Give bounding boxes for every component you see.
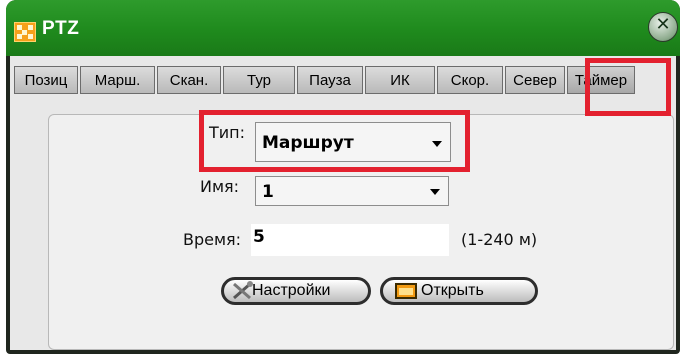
tab-north[interactable]: Север — [505, 66, 565, 94]
tab-position[interactable]: Позиц — [14, 66, 78, 94]
time-range-hint: (1-240 м) — [461, 230, 538, 249]
open-button[interactable]: Открыть — [380, 277, 538, 305]
tab-label: Север — [513, 71, 557, 89]
tab-label: ИК — [390, 71, 410, 89]
close-icon: ✕ — [655, 14, 671, 35]
window-body: Позиц Марш. Скан. Тур Пауза ИК Скор. Сев… — [10, 56, 676, 350]
tab-bar: Позиц Марш. Скан. Тур Пауза ИК Скор. Сев… — [14, 66, 664, 96]
tab-label: Скор. — [450, 71, 490, 89]
time-input[interactable]: 5 — [251, 224, 449, 256]
settings-button-label: Настройки — [252, 282, 331, 299]
name-select-value: 1 — [262, 182, 274, 202]
window-icon — [395, 283, 417, 299]
tab-ir[interactable]: ИК — [365, 66, 435, 94]
name-label: Имя: — [200, 177, 240, 196]
tab-speed[interactable]: Скор. — [437, 66, 503, 94]
tab-label: Марш. — [94, 71, 141, 89]
tab-tour[interactable]: Тур — [223, 66, 295, 94]
settings-button[interactable]: Настройки — [221, 277, 371, 305]
timer-tab-highlight-box — [585, 58, 671, 116]
name-select[interactable]: 1 — [255, 176, 449, 206]
tab-label: Позиц — [24, 71, 68, 89]
tab-route[interactable]: Марш. — [80, 66, 155, 94]
type-highlight-box — [199, 110, 470, 172]
open-button-label: Открыть — [421, 282, 484, 299]
window-title: PTZ — [42, 18, 80, 39]
tab-pause[interactable]: Пауза — [297, 66, 363, 94]
close-button[interactable]: ✕ — [648, 12, 678, 42]
time-label: Время: — [183, 230, 242, 249]
tab-label: Тур — [247, 71, 271, 89]
chevron-down-icon — [430, 189, 440, 195]
ptz-app-icon — [14, 22, 36, 42]
title-bar: PTZ ✕ — [6, 0, 680, 56]
tab-label: Пауза — [309, 71, 351, 89]
tab-scan[interactable]: Скан. — [157, 66, 221, 94]
time-input-value: 5 — [253, 227, 265, 247]
ptz-window: PTZ ✕ Позиц Марш. Скан. Тур Пауза ИК Ско… — [6, 0, 680, 354]
tab-label: Скан. — [169, 71, 209, 89]
